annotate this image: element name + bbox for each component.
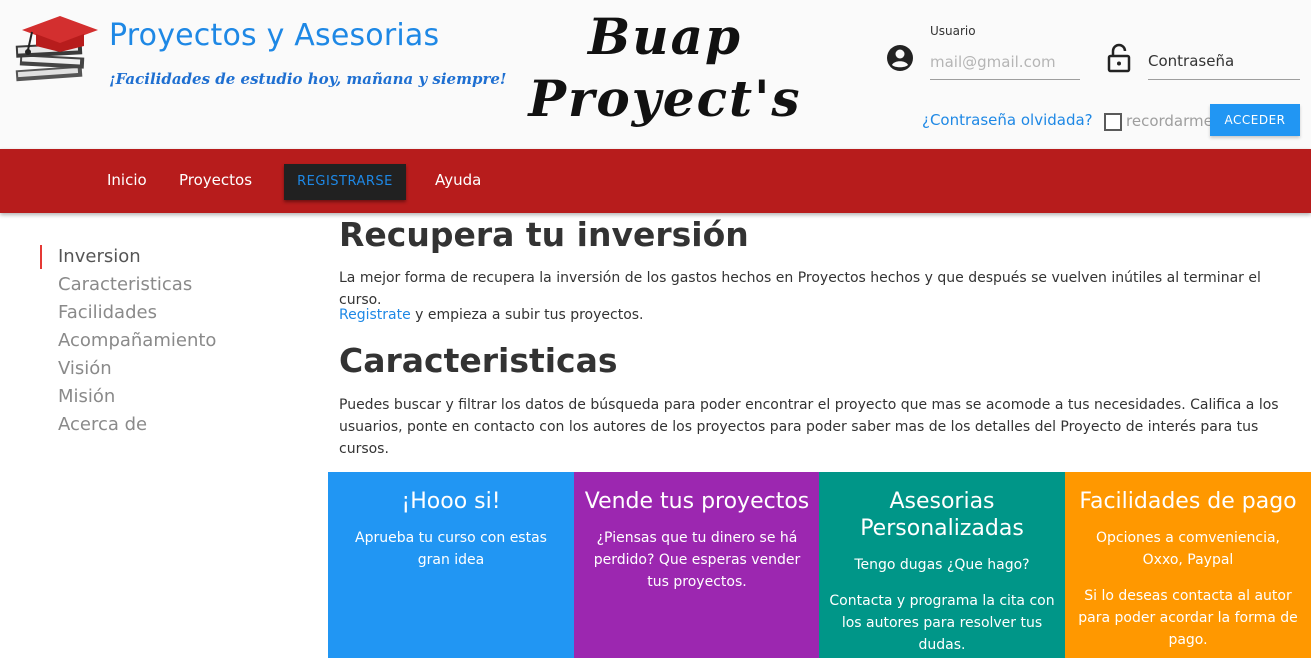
card-vende-proyectos: Vende tus proyectos ¿Piensas que tu dine… bbox=[574, 472, 820, 658]
heading-recupera-inversion: Recupera tu inversión bbox=[339, 215, 749, 254]
nav-item-ayuda[interactable]: Ayuda bbox=[435, 171, 481, 189]
site-logo-text: Buap Proyect's bbox=[515, 6, 815, 130]
nav-item-inicio[interactable]: Inicio bbox=[107, 171, 147, 189]
registrate-link[interactable]: Registrate bbox=[339, 307, 411, 323]
toc-item-vision[interactable]: Visión bbox=[40, 357, 112, 381]
toc-item-acompanamiento[interactable]: Acompañamiento bbox=[40, 329, 216, 353]
site-header: Proyectos y Asesorias ¡Facilidades de es… bbox=[0, 0, 1311, 149]
paragraph-registrate: Registrate y empieza a subir tus proyect… bbox=[339, 304, 1279, 326]
password-field[interactable] bbox=[1148, 42, 1300, 80]
card-title: Facilidades de pago bbox=[1079, 489, 1297, 514]
site-logo-line2: Proyect's bbox=[528, 69, 802, 128]
login-submit-button[interactable]: ACCEDER bbox=[1210, 104, 1300, 136]
lock-icon bbox=[1107, 43, 1131, 73]
account-circle-icon bbox=[887, 45, 913, 71]
toc-item-facilidades[interactable]: Facilidades bbox=[40, 301, 157, 325]
toc-item-caracteristicas[interactable]: Caracteristicas bbox=[40, 273, 192, 297]
register-button[interactable]: REGISTRARSE bbox=[284, 164, 406, 200]
paragraph-caracteristicas: Puedes buscar y filtrar los datos de bús… bbox=[339, 397, 1279, 457]
card-text: Tengo dugas ¿Que hago? bbox=[854, 557, 1030, 573]
card-text-secondary: Si lo deseas contacta al autor para pode… bbox=[1078, 588, 1298, 648]
card-hooo-si: ¡Hooo si! Aprueba tu curso con estas gra… bbox=[328, 472, 574, 658]
brand-title: Proyectos y Asesorias bbox=[109, 18, 440, 53]
graduation-books-logo-icon bbox=[15, 16, 98, 82]
nav-item-proyectos[interactable]: Proyectos bbox=[179, 171, 252, 189]
remember-me-label: recordarme bbox=[1126, 112, 1213, 130]
card-text: Opciones a comveniencia, Oxxo, Paypal bbox=[1096, 530, 1280, 568]
site-logo-line1: Buap bbox=[588, 7, 742, 66]
heading-caracteristicas: Caracteristicas bbox=[339, 341, 618, 380]
card-facilidades-pago: Facilidades de pago Opciones a comvenien… bbox=[1065, 472, 1311, 658]
card-asesorias: Asesorias Personalizadas Tengo dugas ¿Qu… bbox=[819, 472, 1065, 658]
toc-item-acerca-de[interactable]: Acerca de bbox=[40, 413, 147, 437]
feature-cards: ¡Hooo si! Aprueba tu curso con estas gra… bbox=[328, 472, 1311, 658]
forgot-password-link[interactable]: ¿Contraseña olvidada? bbox=[922, 111, 1093, 129]
main-navbar: Inicio Proyectos REGISTRARSE Ayuda bbox=[0, 149, 1311, 213]
remember-me-checkbox[interactable] bbox=[1104, 113, 1122, 131]
brand-tagline: ¡Facilidades de estudio hoy, mañana y si… bbox=[109, 70, 507, 88]
email-field[interactable] bbox=[930, 44, 1080, 80]
card-title: Vende tus proyectos bbox=[584, 489, 810, 514]
toc-item-inversion[interactable]: Inversion bbox=[40, 245, 141, 269]
user-field-label: Usuario bbox=[930, 24, 976, 38]
toc-item-mision[interactable]: Misión bbox=[40, 385, 115, 409]
card-text-secondary: Contacta y programa la cita con los auto… bbox=[829, 593, 1055, 653]
registrate-text: y empieza a subir tus proyectos. bbox=[410, 307, 644, 323]
card-title: ¡Hooo si! bbox=[401, 489, 501, 514]
card-title: Asesorias Personalizadas bbox=[860, 489, 1024, 541]
card-text: ¿Piensas que tu dinero se há perdido? Qu… bbox=[593, 530, 801, 590]
card-text: Aprueba tu curso con estas gran idea bbox=[355, 530, 547, 568]
